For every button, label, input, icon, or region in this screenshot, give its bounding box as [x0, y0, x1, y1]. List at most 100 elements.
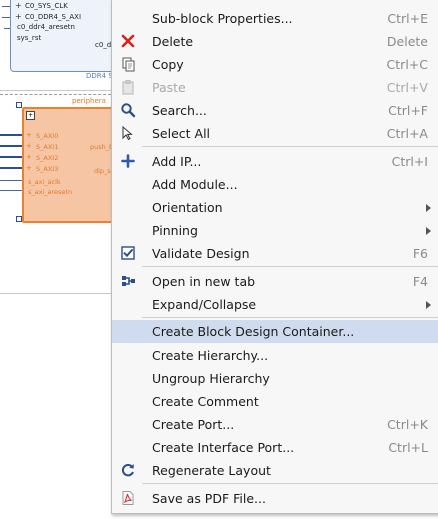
peripheral-port-label: S_AXI1 — [36, 143, 59, 151]
menu-item-orientation[interactable]: Orientation — [112, 196, 438, 219]
menu-item-create-interface-port[interactable]: Create Interface Port... Ctrl+L — [112, 436, 438, 459]
menu-item-shortcut: Ctrl+L — [388, 440, 428, 455]
peripheral-port-label: s_axi_aclk — [28, 178, 61, 186]
select-all-icon — [122, 125, 133, 141]
menu-item-label: Delete — [152, 34, 194, 49]
menu-item-shortcut: Ctrl+F — [388, 103, 428, 118]
expand-plus-icon[interactable]: + — [26, 142, 32, 150]
menu-item-paste[interactable]: Paste Ctrl+V — [112, 76, 438, 99]
menu-item-add-ip[interactable]: Add IP... Ctrl+I — [112, 150, 438, 173]
peripheral-block[interactable]: + + S_AXI0 + S_AXI1 + S_AXI2 + S_AXI3 s_… — [22, 107, 118, 223]
frame-border — [0, 293, 111, 294]
menu-separator — [142, 266, 438, 267]
expand-plus-icon[interactable]: + — [26, 153, 32, 161]
menu-item-create-port[interactable]: Create Port... Ctrl+K — [112, 413, 438, 436]
menu-separator — [142, 483, 438, 484]
menu-item-label: Pinning — [152, 223, 198, 238]
delete-x-icon — [121, 34, 135, 48]
menu-item-sub-block-properties[interactable]: Sub-block Properties... Ctrl+E — [112, 7, 438, 30]
menu-item-label: Expand/Collapse — [152, 297, 257, 312]
wire[interactable] — [2, 17, 10, 18]
menu-item-shortcut: Ctrl+A — [386, 126, 428, 141]
ddr-port-label: C0_DDR4_S_AXI — [25, 13, 82, 21]
menu-item-label: Create Block Design Container... — [152, 324, 355, 339]
menu-item-create-hierarchy[interactable]: Create Hierarchy... — [112, 344, 438, 367]
menu-item-label: Save as PDF File... — [152, 491, 266, 506]
ddr-port-label: c0_d — [95, 41, 112, 49]
submenu-arrow-icon — [426, 204, 431, 212]
menu-item-label: Orientation — [152, 200, 223, 215]
copy-icon — [122, 57, 135, 72]
menu-item-shortcut: Ctrl+I — [391, 154, 428, 169]
menu-item-pinning[interactable]: Pinning — [112, 219, 438, 242]
menu-item-label: Create Interface Port... — [152, 440, 295, 455]
submenu-arrow-icon — [426, 227, 431, 235]
wire[interactable] — [2, 6, 10, 7]
ddr4-sdram-block[interactable]: + C0_SYS_CLK + C0_DDR4_S_AXI c0_ddr4_are… — [10, 0, 122, 72]
expand-plus-icon[interactable]: + — [26, 131, 32, 139]
menu-item-label: Copy — [152, 57, 184, 72]
menu-item-ungroup-hierarchy[interactable]: Ungroup Hierarchy — [112, 367, 438, 390]
expand-plus-icon[interactable]: + — [26, 164, 32, 172]
pdf-icon — [122, 491, 134, 505]
menu-item-add-module[interactable]: Add Module... — [112, 173, 438, 196]
menu-item-shortcut: F4 — [412, 274, 428, 289]
menu-item-label: Sub-block Properties... — [152, 11, 293, 26]
frame-border — [0, 90, 111, 91]
menu-item-label: Create Hierarchy... — [152, 348, 269, 363]
menu-item-label: Open in new tab — [152, 274, 256, 289]
menu-separator — [142, 317, 438, 318]
peripheral-port-label: S_AXI2 — [36, 154, 59, 162]
expand-plus-icon[interactable]: + — [15, 1, 22, 10]
menu-item-shortcut: F6 — [412, 246, 428, 261]
peripheral-port-label: S_AXI0 — [36, 132, 59, 140]
menu-item-regenerate-layout[interactable]: Regenerate Layout — [112, 459, 438, 482]
interface-wire[interactable] — [0, 156, 22, 158]
menu-separator — [142, 146, 438, 147]
menu-item-label: Create Comment — [152, 394, 259, 409]
menu-item-label: Paste — [152, 80, 186, 95]
peripheral-port-label: push_b — [90, 143, 114, 151]
regenerate-icon — [121, 463, 134, 477]
wire[interactable] — [0, 190, 22, 191]
interface-wire[interactable] — [0, 134, 22, 136]
menu-item-validate-design[interactable]: Validate Design F6 — [112, 242, 438, 265]
interface-wire[interactable] — [0, 145, 22, 147]
ddr-port-label: sys_rst — [17, 34, 42, 42]
validate-icon — [121, 246, 135, 260]
submenu-arrow-icon — [426, 301, 431, 309]
menu-item-shortcut: Delete — [386, 34, 428, 49]
menu-item-label: Search... — [152, 103, 207, 118]
menu-item-label: Select All — [152, 126, 211, 141]
menu-item-create-comment[interactable]: Create Comment — [112, 390, 438, 413]
ddr-port-label: C0_SYS_CLK — [25, 2, 68, 10]
wire[interactable] — [0, 180, 22, 181]
menu-item-expand-collapse[interactable]: Expand/Collapse — [112, 293, 438, 316]
menu-item-label: Add Module... — [152, 177, 238, 192]
menu-item-shortcut: Ctrl+K — [387, 417, 428, 432]
menu-item-create-block-design-container[interactable]: Create Block Design Container... — [112, 320, 438, 343]
menu-item-label: Ungroup Hierarchy — [152, 371, 270, 386]
menu-item-copy[interactable]: Copy Ctrl+C — [112, 53, 438, 76]
menu-item-shortcut: Ctrl+V — [386, 80, 428, 95]
search-icon — [121, 103, 136, 118]
wire[interactable] — [4, 28, 10, 29]
menu-item-search[interactable]: Search... Ctrl+F — [112, 99, 438, 122]
paste-icon — [122, 80, 134, 95]
peripheral-port-label: S_AXI3 — [36, 165, 59, 173]
peripheral-port-label: s_axi_aresetn — [28, 188, 73, 196]
interface-wire[interactable] — [0, 167, 22, 169]
port-marker — [16, 102, 22, 108]
expand-plus-icon[interactable]: + — [15, 12, 22, 21]
plus-icon — [121, 154, 135, 168]
peripheral-port-label: dip_s — [94, 167, 111, 175]
menu-item-delete[interactable]: Delete Delete — [112, 30, 438, 53]
peripheral-block-title: periphera — [72, 97, 106, 105]
menu-item-shortcut: Ctrl+E — [387, 11, 428, 26]
menu-item-open-in-new-tab[interactable]: Open in new tab F4 — [112, 270, 438, 293]
menu-item-select-all[interactable]: Select All Ctrl+A — [112, 122, 438, 145]
menu-item-save-as-pdf[interactable]: Save as PDF File... — [112, 487, 438, 510]
menu-item-label: Validate Design — [152, 246, 250, 261]
port-marker — [16, 216, 22, 222]
open-tab-icon — [122, 276, 135, 286]
